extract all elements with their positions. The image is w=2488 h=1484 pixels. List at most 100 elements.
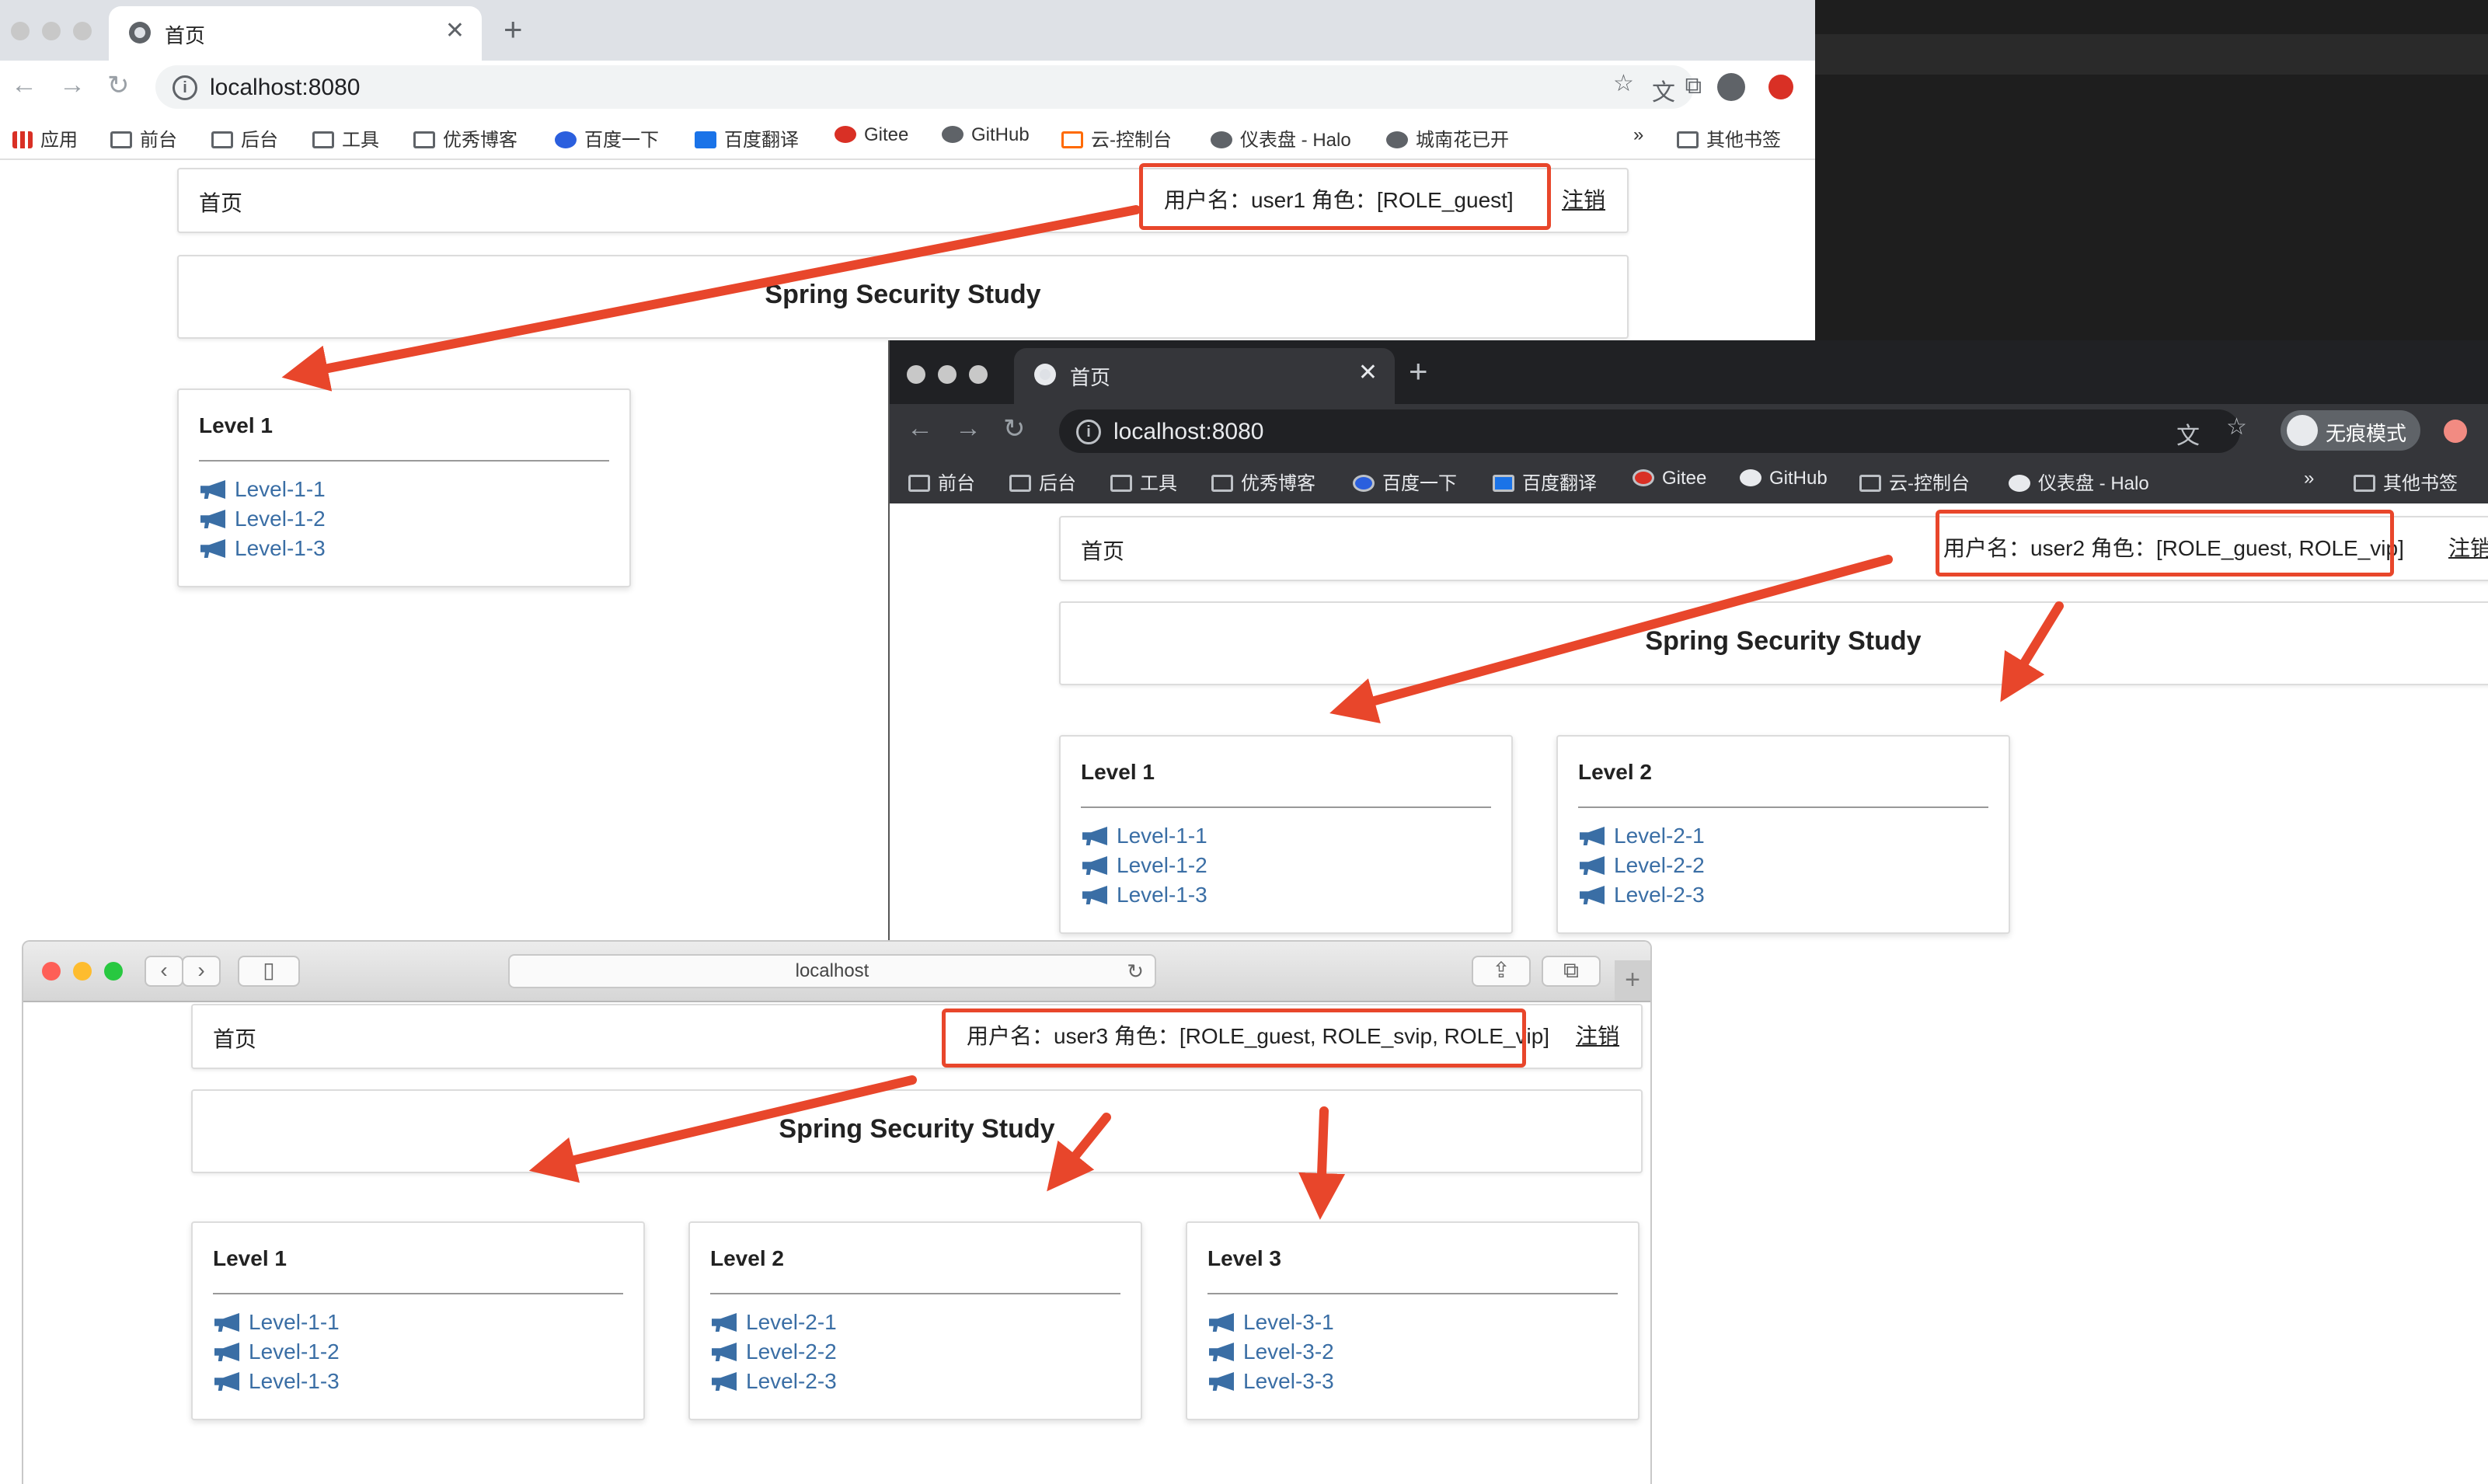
translate-page-icon[interactable]: 文 xyxy=(2176,416,2200,451)
bookmark-aliyun[interactable]: 云-控制台 xyxy=(1061,124,1172,152)
reload-icon[interactable]: ↻ xyxy=(1003,413,1026,444)
close-window-button[interactable] xyxy=(11,22,30,40)
bookmark-folder[interactable]: 优秀博客 xyxy=(1211,468,1315,495)
translate-icon xyxy=(695,131,716,148)
star-bookmark-icon[interactable]: ☆ xyxy=(1613,70,1634,97)
bookmark-other[interactable]: 其他书签 xyxy=(1677,124,1781,152)
bullhorn-icon xyxy=(1580,827,1605,845)
nav-home-link[interactable]: 首页 xyxy=(199,186,242,218)
folder-icon xyxy=(1009,475,1031,492)
level-link[interactable]: Level-1-1 xyxy=(1082,824,1207,848)
safari-toolbar: ‹ › ▯ localhost ↻ ⇪ ⧉ + xyxy=(23,942,1650,1002)
logout-link[interactable]: 注销 xyxy=(1562,183,1605,214)
level-link[interactable]: Level-2-2 xyxy=(1580,853,1705,878)
level-link[interactable]: Level-2-1 xyxy=(1580,824,1705,848)
level-link[interactable]: Level-1-3 xyxy=(200,536,326,561)
nav-home-link[interactable]: 首页 xyxy=(213,1022,256,1054)
close-tab-icon[interactable]: ✕ xyxy=(1358,359,1378,386)
level-link[interactable]: Level-2-3 xyxy=(1580,883,1705,907)
level-link[interactable]: Level-3-1 xyxy=(1209,1310,1334,1335)
back-arrow-icon[interactable]: ← xyxy=(11,70,37,100)
logout-link[interactable]: 注销 xyxy=(2448,531,2488,563)
zoom-window-button[interactable] xyxy=(73,22,92,40)
nav-home-link[interactable]: 首页 xyxy=(1081,535,1124,566)
tabs-overview-icon[interactable]: ⧉ xyxy=(1542,956,1601,987)
level-link[interactable]: Level-2-2 xyxy=(712,1339,837,1364)
level-link[interactable]: Level-1-2 xyxy=(214,1339,340,1364)
bookmark-halo[interactable]: 仪表盘 - Halo xyxy=(1211,124,1351,152)
bookmark-halo[interactable]: 仪表盘 - Halo xyxy=(2009,468,2149,495)
back-arrow-icon[interactable]: ← xyxy=(907,413,933,444)
bookmark-aliyun[interactable]: 云-控制台 xyxy=(1859,468,1970,495)
bookmark-translate[interactable]: 百度翻译 xyxy=(695,124,799,152)
bookmarks-overflow[interactable]: » xyxy=(2304,468,2314,489)
bookmark-folder[interactable]: 前台 xyxy=(908,468,975,495)
star-bookmark-icon[interactable]: ☆ xyxy=(2226,413,2247,441)
minimize-window-button[interactable] xyxy=(938,365,957,384)
forward-arrow-icon[interactable]: → xyxy=(59,70,85,100)
bookmark-translate[interactable]: 百度翻译 xyxy=(1493,468,1597,495)
level-link[interactable]: Level-1-3 xyxy=(1082,883,1207,907)
bookmark-folder[interactable]: 优秀博客 xyxy=(413,124,517,152)
level-link[interactable]: Level-1-1 xyxy=(214,1310,340,1335)
bookmark-other[interactable]: 其他书签 xyxy=(2354,468,2458,495)
reload-icon[interactable]: ↻ xyxy=(1127,956,1144,987)
bookmark-gitee[interactable]: Gitee xyxy=(1633,468,1706,489)
extension-icon[interactable] xyxy=(1768,75,1793,99)
card-title: Level 3 xyxy=(1207,1246,1281,1270)
bookmark-github[interactable]: GitHub xyxy=(942,124,1030,146)
bookmark-folder[interactable]: 后台 xyxy=(211,124,278,152)
profile-avatar-icon[interactable] xyxy=(1717,73,1745,101)
new-tab-icon[interactable]: + xyxy=(1615,960,1650,1001)
level-link[interactable]: Level-1-2 xyxy=(1082,853,1207,878)
bookmark-gitee[interactable]: Gitee xyxy=(835,124,908,146)
zoom-window-button[interactable] xyxy=(969,365,988,384)
bookmark-baidu[interactable]: 百度一下 xyxy=(555,124,659,152)
close-window-button[interactable] xyxy=(42,962,61,981)
back-chevron-icon[interactable]: ‹ xyxy=(145,956,183,987)
bookmark-folder[interactable]: 前台 xyxy=(110,124,177,152)
sidebar-icon[interactable]: ▯ xyxy=(238,956,300,987)
bookmark-folder[interactable]: 工具 xyxy=(312,124,379,152)
level-link[interactable]: Level-1-2 xyxy=(200,507,326,531)
new-tab-icon[interactable]: + xyxy=(1409,353,1428,390)
reload-icon[interactable]: ↻ xyxy=(107,70,130,101)
close-window-button[interactable] xyxy=(907,365,925,384)
info-icon[interactable]: i xyxy=(1076,420,1101,444)
tab-home[interactable]: 首页 ✕ xyxy=(1014,348,1395,404)
bookmark-folder[interactable]: 后台 xyxy=(1009,468,1076,495)
translate-page-icon[interactable]: 文 xyxy=(1652,73,1675,107)
level-link[interactable]: Level-1-1 xyxy=(200,477,326,502)
tab-home[interactable]: 首页 ✕ xyxy=(109,6,482,61)
new-tab-icon[interactable]: + xyxy=(504,11,523,48)
share-icon[interactable]: ⇪ xyxy=(1472,956,1531,987)
level-link[interactable]: Level-1-3 xyxy=(214,1369,340,1394)
forward-chevron-icon[interactable]: › xyxy=(182,956,221,987)
bullhorn-icon xyxy=(1580,856,1605,875)
close-tab-icon[interactable]: ✕ xyxy=(445,17,465,44)
bookmark-folder[interactable]: 工具 xyxy=(1110,468,1177,495)
level-link[interactable]: Level-3-2 xyxy=(1209,1339,1334,1364)
zoom-window-button[interactable] xyxy=(104,962,123,981)
minimize-window-button[interactable] xyxy=(73,962,92,981)
level-link[interactable]: Level-2-3 xyxy=(712,1369,837,1394)
translate-icon[interactable]: ⧉ xyxy=(1685,73,1702,99)
link-label: Level-1-2 xyxy=(1117,853,1207,877)
bookmarks-overflow[interactable]: » xyxy=(1633,124,1643,146)
bookmark-blog[interactable]: 城南花已开 xyxy=(1386,124,1509,152)
site-title-bar: Spring Security Study xyxy=(191,1089,1643,1173)
info-icon[interactable]: i xyxy=(172,75,197,100)
bookmark-github[interactable]: GitHub xyxy=(1740,468,1828,489)
forward-arrow-icon[interactable]: → xyxy=(955,413,981,444)
logout-link[interactable]: 注销 xyxy=(1576,1019,1619,1050)
minimize-window-button[interactable] xyxy=(42,22,61,40)
address-bar[interactable]: localhost ↻ xyxy=(508,954,1156,988)
bookmark-apps[interactable]: 应用 xyxy=(12,124,78,152)
bookmark-baidu[interactable]: 百度一下 xyxy=(1353,468,1457,495)
level-link[interactable]: Level-2-1 xyxy=(712,1310,837,1335)
address-bar[interactable]: i localhost:8080 ⧉ xyxy=(155,65,1702,109)
incognito-badge[interactable]: 无痕模式 xyxy=(2281,410,2420,451)
address-bar[interactable]: i localhost:8080 xyxy=(1059,409,2240,453)
extension-icon[interactable] xyxy=(2444,420,2467,443)
level-link[interactable]: Level-3-3 xyxy=(1209,1369,1334,1394)
